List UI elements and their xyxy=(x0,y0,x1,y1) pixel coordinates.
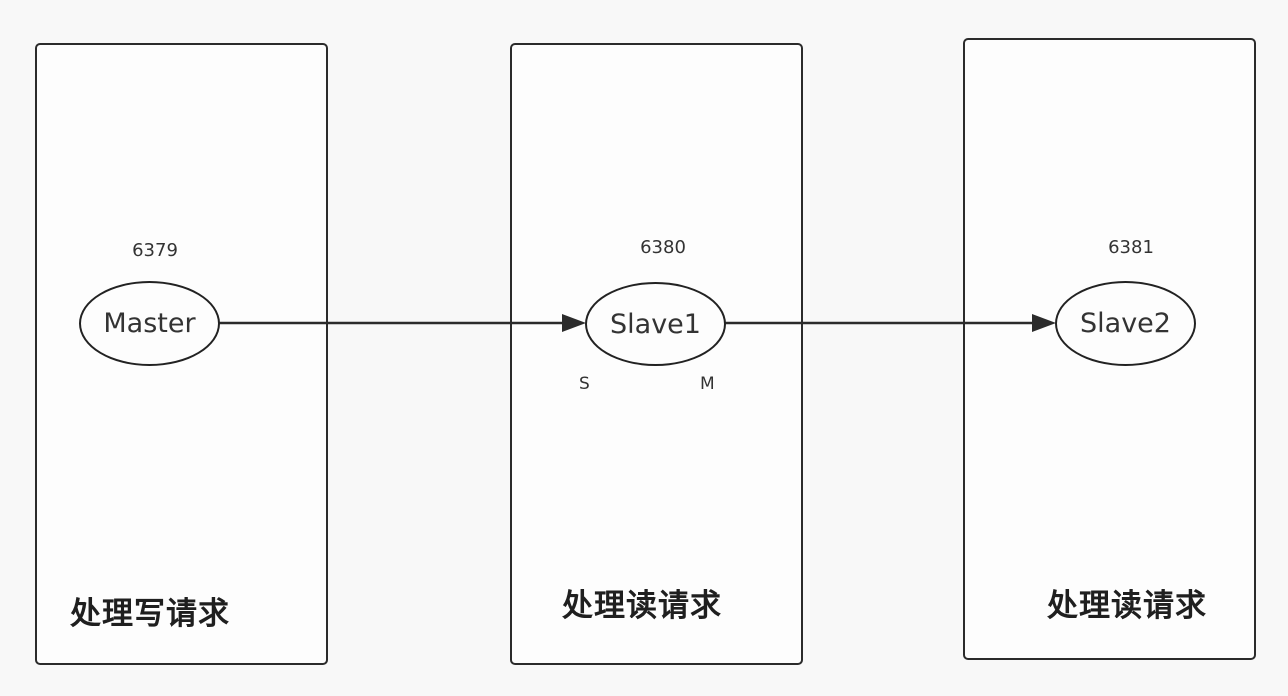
master-caption: 处理写请求 xyxy=(70,596,230,632)
slave1-port-label: 6380 xyxy=(640,237,686,258)
slave1-node: Slave1 xyxy=(585,282,726,366)
master-node: Master xyxy=(79,281,220,366)
slave1-role-slave: S xyxy=(579,374,590,394)
slave1-role-master: M xyxy=(700,374,715,394)
slave2-caption: 处理读请求 xyxy=(1047,588,1207,624)
slave2-node: Slave2 xyxy=(1055,281,1196,366)
slave2-port-label: 6381 xyxy=(1108,237,1154,258)
slave1-caption: 处理读请求 xyxy=(562,588,722,624)
master-port-label: 6379 xyxy=(132,240,178,261)
